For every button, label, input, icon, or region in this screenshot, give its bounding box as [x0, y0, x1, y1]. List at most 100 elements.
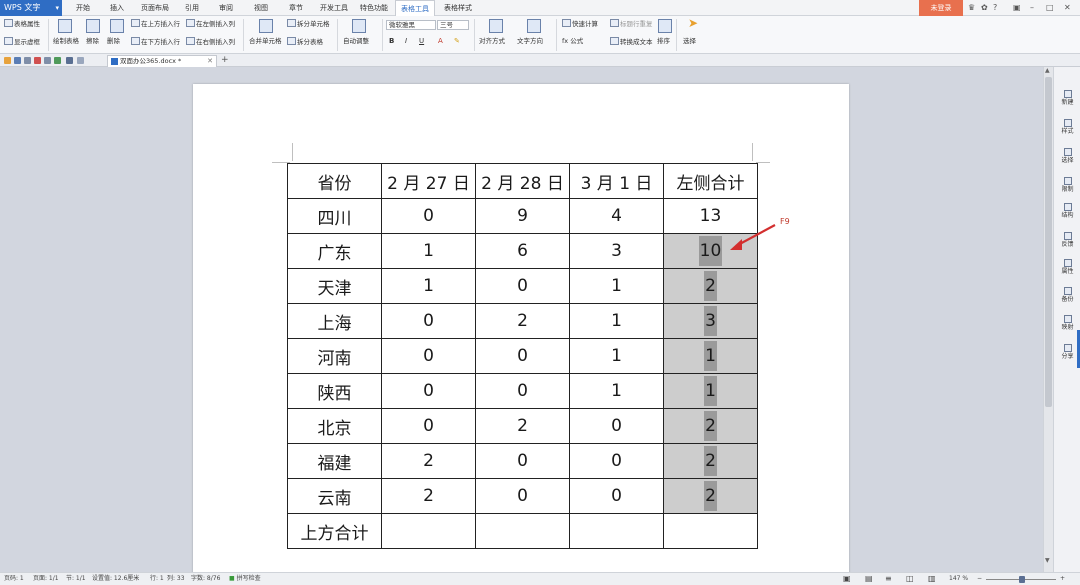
zoom-in-icon[interactable]: +: [1060, 573, 1065, 585]
sort-button[interactable]: 排序: [657, 37, 670, 46]
table-cell[interactable]: 1: [381, 233, 476, 269]
table-cell[interactable]: 0: [381, 198, 476, 234]
zoom-value[interactable]: 147 %: [949, 573, 968, 585]
preview-icon[interactable]: [44, 57, 51, 64]
table-cell[interactable]: 北京: [287, 408, 382, 444]
menu-item-chapter[interactable]: 章节: [289, 0, 303, 16]
font-size-select[interactable]: 三号: [437, 20, 469, 30]
print-icon[interactable]: [34, 57, 41, 64]
highlight-button[interactable]: ✎: [454, 37, 460, 46]
view-outline-icon[interactable]: ≡: [885, 573, 892, 585]
table-cell[interactable]: 0: [475, 268, 570, 304]
merge-cells-button[interactable]: 合并单元格: [249, 37, 282, 46]
menu-item-insert[interactable]: 插入: [110, 0, 124, 16]
table-cell[interactable]: 0: [569, 478, 664, 514]
panel-style[interactable]: 样式: [1054, 119, 1080, 136]
table-cell[interactable]: 天津: [287, 268, 382, 304]
text-direction-button[interactable]: 文字方向: [517, 37, 543, 46]
table-cell[interactable]: 1: [381, 268, 476, 304]
status-spell-check[interactable]: ■ 拼写检查: [229, 573, 261, 585]
scroll-down-icon[interactable]: ▼: [1045, 557, 1050, 564]
table-cell[interactable]: 2: [663, 443, 758, 479]
menu-item-references[interactable]: 引用: [185, 0, 199, 16]
formula-button[interactable]: fx 公式: [562, 37, 583, 46]
view-read-icon[interactable]: ▥: [928, 573, 936, 585]
table-cell[interactable]: 0: [381, 373, 476, 409]
header-repeat-button[interactable]: 标题行重复: [610, 19, 653, 29]
bold-button[interactable]: B: [389, 37, 394, 46]
table-cell[interactable]: [569, 513, 664, 549]
table-cell[interactable]: [663, 513, 758, 549]
menu-item-view[interactable]: 视图: [254, 0, 268, 16]
table-cell[interactable]: 1: [569, 338, 664, 374]
minimize-icon[interactable]: –: [1030, 2, 1034, 14]
export-icon[interactable]: [24, 57, 31, 64]
table-cell[interactable]: 9: [475, 198, 570, 234]
table-cell[interactable]: 0: [569, 443, 664, 479]
split-cells-button[interactable]: 拆分单元格: [287, 19, 330, 29]
menu-item-features[interactable]: 特色功能: [360, 0, 388, 16]
panel-select[interactable]: 选择: [1054, 148, 1080, 165]
maximize-icon[interactable]: □: [1046, 2, 1054, 14]
table-cell[interactable]: 0: [381, 338, 476, 374]
menu-item-table-tools[interactable]: 表格工具: [395, 0, 435, 16]
table-cell[interactable]: 左侧合计: [663, 163, 758, 199]
font-name-select[interactable]: 微软雅黑: [386, 20, 436, 30]
underline-button[interactable]: U: [419, 37, 424, 46]
table-cell[interactable]: 0: [475, 443, 570, 479]
show-gridlines-button[interactable]: 显示虚框: [4, 37, 40, 47]
table-cell[interactable]: 3 月 1 日: [569, 163, 664, 199]
table-cell[interactable]: 2 月 27 日: [381, 163, 476, 199]
table-cell[interactable]: 2: [663, 408, 758, 444]
table-cell[interactable]: 1: [663, 373, 758, 409]
menu-item-dev-tools[interactable]: 开发工具: [320, 0, 348, 16]
open-icon[interactable]: [4, 57, 11, 64]
table-cell[interactable]: 四川: [287, 198, 382, 234]
settings-icon[interactable]: ✿: [981, 2, 988, 14]
table-cell[interactable]: 0: [475, 373, 570, 409]
quick-calc-button[interactable]: 快速计算: [562, 19, 598, 29]
split-table-button[interactable]: 拆分表格: [287, 37, 323, 47]
undo-icon[interactable]: [66, 57, 73, 64]
table-cell[interactable]: 福建: [287, 443, 382, 479]
table-cell[interactable]: 上海: [287, 303, 382, 339]
panel-properties[interactable]: 属性: [1054, 259, 1080, 276]
table-cell[interactable]: 0: [475, 478, 570, 514]
close-tab-icon[interactable]: ✕: [207, 56, 213, 67]
scroll-up-icon[interactable]: ▲: [1045, 67, 1050, 74]
table-cell[interactable]: 4: [569, 198, 664, 234]
view-web-icon[interactable]: ◫: [906, 573, 914, 585]
table-cell[interactable]: 上方合计: [287, 513, 382, 549]
select-button[interactable]: 选择: [683, 37, 696, 46]
delete-button[interactable]: 删除: [107, 37, 120, 46]
redo-icon[interactable]: [77, 57, 84, 64]
window-icon[interactable]: ▣: [1013, 2, 1021, 14]
format-painter-icon[interactable]: [54, 57, 61, 64]
autofit-button[interactable]: 自动调整: [343, 37, 369, 46]
skin-icon[interactable]: ♛: [968, 2, 975, 14]
data-table[interactable]: 省份 2 月 27 日2 月 28 日3 月 1 日左侧合计 四川 0 9 4 13 广东 1 6…: [287, 163, 758, 549]
help-icon[interactable]: ?: [993, 2, 997, 14]
font-color-button[interactable]: A: [438, 37, 443, 46]
table-cell[interactable]: 3: [569, 233, 664, 269]
draw-table-button[interactable]: 绘制表格: [53, 37, 79, 46]
insert-left-button[interactable]: 在左侧插入列: [186, 19, 235, 29]
table-props-button[interactable]: 表格属性: [4, 19, 40, 29]
table-cell[interactable]: 陕西: [287, 373, 382, 409]
table-cell[interactable]: 1: [569, 303, 664, 339]
table-cell[interactable]: 2: [663, 268, 758, 304]
insert-above-button[interactable]: 在上方插入行: [131, 19, 180, 29]
menu-item-home[interactable]: 开始: [76, 0, 90, 16]
table-cell[interactable]: 1: [663, 338, 758, 374]
view-full-icon[interactable]: ▣: [843, 573, 851, 585]
zoom-slider-knob[interactable]: [1019, 576, 1025, 583]
close-icon[interactable]: ✕: [1064, 2, 1071, 14]
to-text-button[interactable]: 转换成文本: [610, 37, 653, 47]
login-button[interactable]: 未登录: [919, 0, 963, 16]
insert-below-button[interactable]: 在下方插入行: [131, 37, 180, 47]
table-cell[interactable]: 2: [475, 303, 570, 339]
table-cell[interactable]: [475, 513, 570, 549]
align-button[interactable]: 对齐方式: [479, 37, 505, 46]
table-cell[interactable]: 6: [475, 233, 570, 269]
table-cell[interactable]: 2: [663, 478, 758, 514]
